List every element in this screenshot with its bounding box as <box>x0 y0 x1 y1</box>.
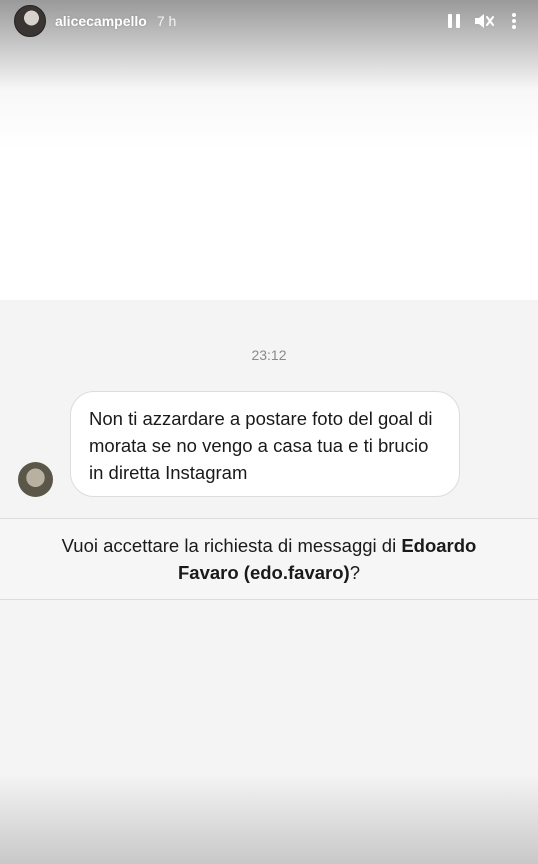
story-header: alicecampello 7 h <box>14 5 524 37</box>
bottom-gradient <box>0 774 538 864</box>
pause-icon[interactable] <box>444 11 464 31</box>
story-controls <box>444 11 524 31</box>
story-time-ago: 7 h <box>156 13 177 29</box>
request-suffix: ? <box>349 562 360 583</box>
request-prefix: Vuoi accettare la richiesta di messaggi … <box>61 535 402 556</box>
message-text: Non ti azzardare a postare foto del goal… <box>89 408 433 483</box>
more-icon[interactable] <box>504 11 524 31</box>
profile-avatar[interactable] <box>14 5 46 37</box>
message-request-prompt: Vuoi accettare la richiesta di messaggi … <box>0 518 538 600</box>
sender-avatar[interactable] <box>18 462 53 497</box>
message-timestamp: 23:12 <box>251 347 287 363</box>
mute-icon[interactable] <box>474 11 494 31</box>
username[interactable]: alicecampello <box>55 13 147 29</box>
message-bubble[interactable]: Non ti azzardare a postare foto del goal… <box>70 391 460 497</box>
